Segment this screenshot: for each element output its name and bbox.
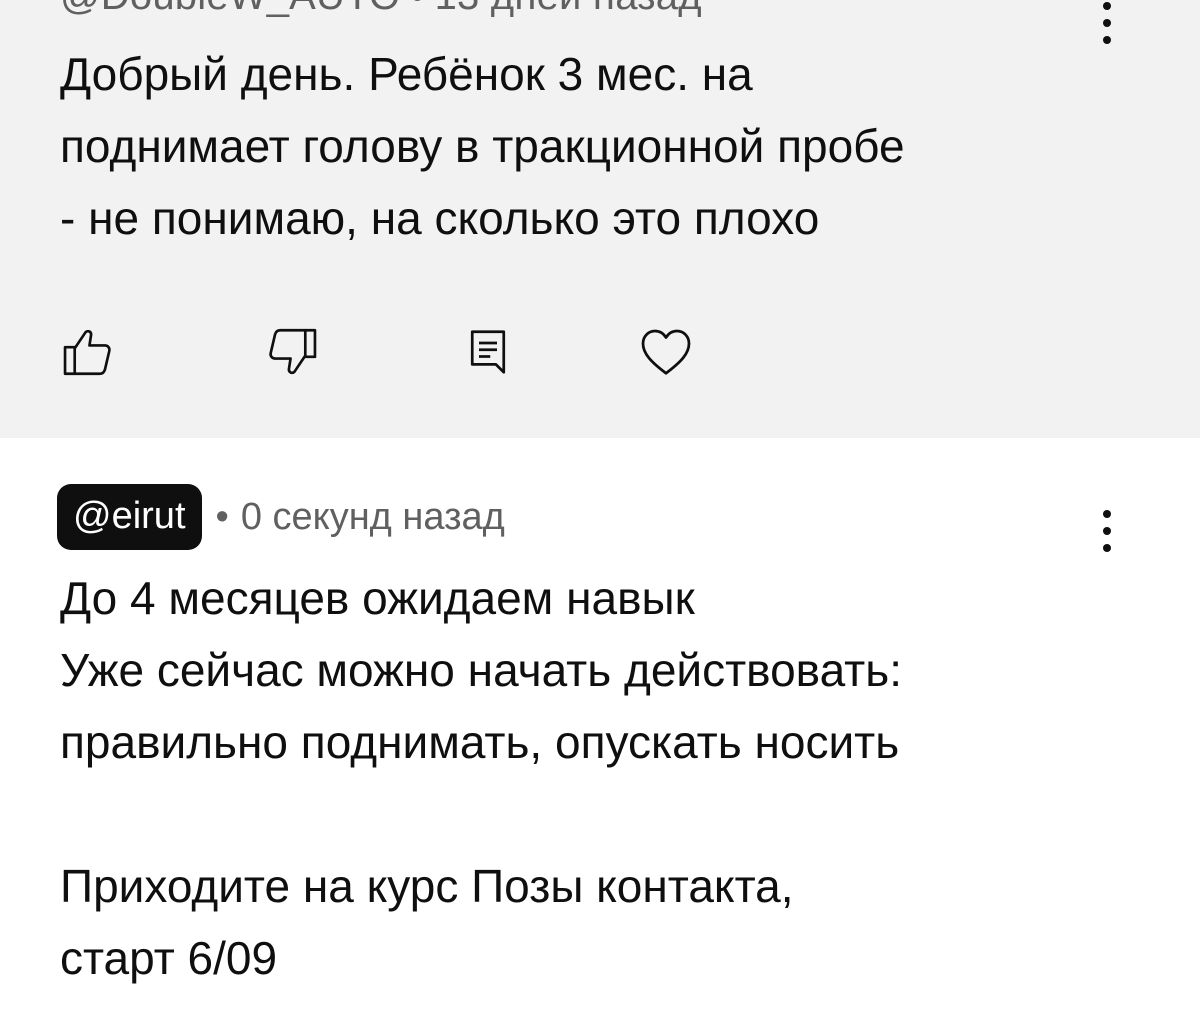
reply-comment-menu-icon[interactable] — [1092, 510, 1122, 552]
parent-comment-meta: @DoubleW_AUTO • 13 дней назад — [60, 0, 702, 19]
reply-comment-meta: @eirut • 0 секунд назад — [57, 484, 505, 550]
heart-button[interactable] — [634, 320, 698, 384]
like-button[interactable] — [56, 320, 120, 384]
parent-comment-actions — [60, 320, 760, 380]
parent-comment-author[interactable]: @DoubleW_AUTO — [60, 0, 400, 18]
parent-comment-text: Добрый день. Ребёнок 3 мес. на поднимает… — [60, 48, 905, 244]
meta-separator: • — [215, 495, 229, 538]
thumb-up-icon — [63, 329, 111, 376]
reply-author-chip[interactable]: @eirut — [57, 484, 202, 550]
parent-comment: @DoubleW_AUTO • 13 дней назад Добрый день.… — [0, 0, 1200, 438]
parent-comment-timestamp: 13 дней назад — [435, 0, 702, 18]
reply-comment-timestamp: 0 секунд назад — [240, 495, 505, 538]
meta-separator: • — [410, 0, 424, 18]
reply-comment: @eirut • 0 секунд назад До 4 месяцев ожи… — [0, 438, 1200, 1028]
comments-thread: @DoubleW_AUTO • 13 дней назад Добрый день.… — [0, 0, 1200, 1028]
reply-button[interactable] — [456, 320, 520, 384]
reply-comment-text: До 4 месяцев ожидаем навык Уже сейчас мо… — [60, 572, 902, 984]
dislike-button[interactable] — [260, 320, 324, 384]
thumb-down-icon — [269, 328, 317, 375]
heart-icon — [641, 329, 691, 375]
reply-comment-icon — [470, 330, 506, 374]
